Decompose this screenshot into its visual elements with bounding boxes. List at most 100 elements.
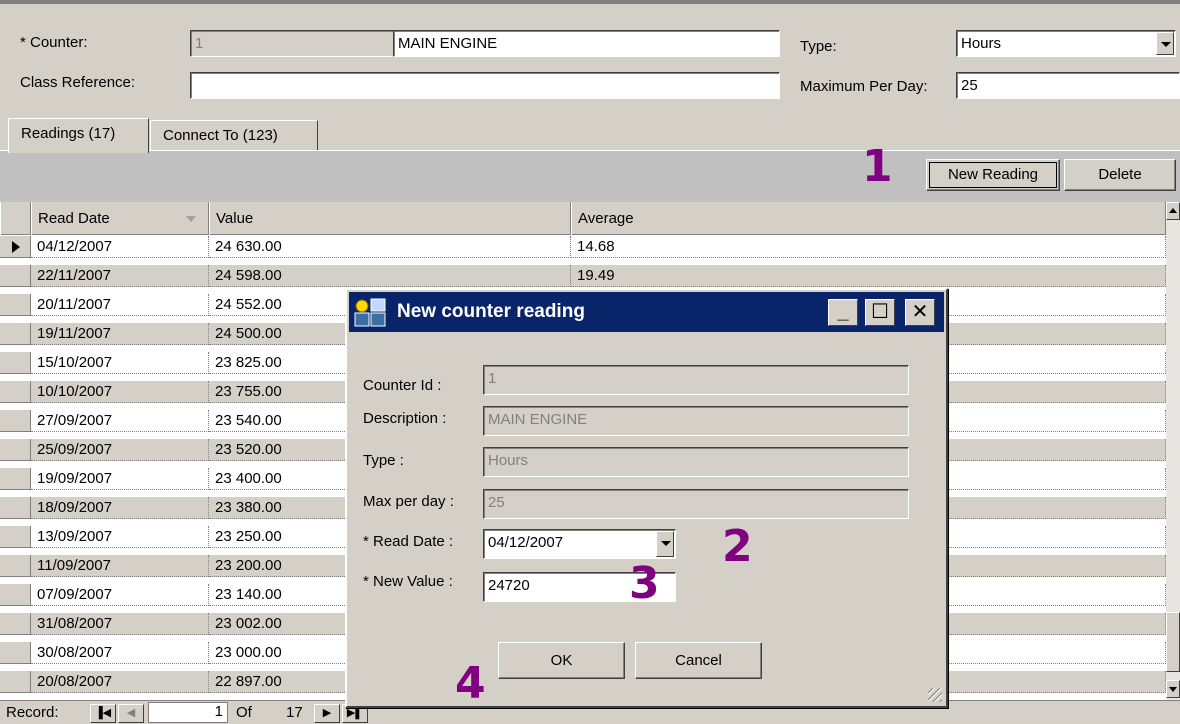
cell-date[interactable]: 13/09/2007	[31, 526, 209, 548]
type-label: Type:	[800, 38, 837, 55]
max-per-day-field[interactable]: 25	[956, 72, 1180, 99]
cell-date[interactable]: 20/08/2007	[31, 671, 209, 693]
sort-arrow-icon	[186, 216, 196, 222]
top-border	[0, 0, 1180, 4]
dialog-title: New counter reading	[397, 301, 585, 322]
counter-label: * Counter:	[20, 34, 88, 51]
dialog-titlebar[interactable]: New counter reading _ ☐ ✕	[349, 292, 944, 332]
delete-button[interactable]: Delete	[1064, 159, 1176, 191]
annotation-1: 1	[862, 141, 893, 192]
annotation-3: 3	[629, 558, 660, 609]
counter-id-field: 1	[190, 30, 395, 57]
type-input: Hours	[483, 447, 909, 477]
row-selector[interactable]	[0, 584, 31, 606]
counter-id-label: Counter Id :	[363, 377, 442, 394]
record-label: Record:	[6, 704, 59, 721]
max-per-day-input: 25	[483, 489, 909, 519]
row-selector[interactable]	[0, 555, 31, 577]
column-read-date-label: Read Date	[38, 210, 110, 227]
app-icon	[354, 298, 386, 327]
ok-button[interactable]: OK	[498, 642, 625, 679]
scroll-up-arrow-icon[interactable]	[1166, 202, 1180, 220]
maximize-icon[interactable]: ☐	[865, 299, 895, 326]
cell-date[interactable]: 20/11/2007	[31, 294, 209, 316]
column-value[interactable]: Value	[209, 202, 571, 235]
cell-value[interactable]: 24 630.00	[209, 236, 571, 258]
max-per-day-label-dialog: Max per day :	[363, 493, 454, 510]
next-record-icon[interactable]: ▶	[314, 704, 340, 723]
row-selector[interactable]	[0, 526, 31, 548]
toolbar: 1 New Reading Delete	[0, 145, 1180, 202]
class-ref-field[interactable]	[190, 72, 780, 99]
grid-header: Read Date Value Average	[0, 202, 1166, 235]
new-counter-reading-dialog: New counter reading _ ☐ ✕ Counter Id : 1…	[345, 288, 948, 708]
row-selector[interactable]	[0, 671, 31, 693]
cancel-button[interactable]: Cancel	[635, 642, 762, 679]
cell-date[interactable]: 07/09/2007	[31, 584, 209, 606]
row-selector[interactable]	[0, 468, 31, 490]
table-row[interactable]: 22/11/2007 24 598.00 19.49	[0, 265, 1166, 287]
minimize-icon[interactable]: _	[828, 299, 858, 326]
tab-connect-to[interactable]: Connect To (123)	[150, 120, 318, 152]
cell-date[interactable]: 31/08/2007	[31, 613, 209, 635]
cell-date[interactable]: 27/09/2007	[31, 410, 209, 432]
row-selector[interactable]	[0, 352, 31, 374]
cell-date[interactable]: 19/11/2007	[31, 323, 209, 345]
counter-id-input: 1	[483, 365, 909, 395]
record-of-label: Of	[236, 704, 252, 721]
cell-value[interactable]: 24 598.00	[209, 265, 571, 287]
date-dropdown-icon[interactable]	[656, 531, 674, 557]
grid-corner	[0, 202, 31, 235]
tab-readings[interactable]: Readings (17)	[8, 118, 149, 153]
cell-date[interactable]: 30/08/2007	[31, 642, 209, 664]
chevron-down-icon[interactable]	[1156, 32, 1174, 55]
cell-average[interactable]: 19.49	[571, 265, 1166, 287]
annotation-4: 4	[455, 658, 486, 709]
table-row[interactable]: 04/12/2007 24 630.00 14.68	[0, 236, 1166, 258]
new-value-label: * New Value :	[363, 573, 453, 590]
annotation-2: 2	[722, 521, 753, 572]
grid-scrollbar[interactable]	[1166, 202, 1180, 700]
read-date-input[interactable]: 04/12/2007	[483, 529, 676, 559]
cell-date[interactable]: 11/09/2007	[31, 555, 209, 577]
cell-date[interactable]: 15/10/2007	[31, 352, 209, 374]
row-selector[interactable]	[0, 439, 31, 461]
read-date-value: 04/12/2007	[488, 534, 564, 551]
row-selector[interactable]	[0, 642, 31, 664]
row-selector[interactable]	[0, 497, 31, 519]
row-selector[interactable]	[0, 613, 31, 635]
first-record-icon[interactable]: ▐◀	[90, 704, 116, 723]
cell-date[interactable]: 18/09/2007	[31, 497, 209, 519]
cell-date[interactable]: 04/12/2007	[31, 236, 209, 258]
row-selector[interactable]	[0, 410, 31, 432]
description-label: Description :	[363, 410, 447, 427]
cell-average[interactable]: 14.68	[571, 236, 1166, 258]
row-selector[interactable]	[0, 236, 31, 258]
current-row-pointer-icon	[12, 241, 20, 253]
column-average[interactable]: Average	[571, 202, 1166, 235]
type-label-dialog: Type :	[363, 452, 404, 469]
prev-record-icon[interactable]: ◀	[118, 704, 144, 723]
counter-name-field[interactable]: MAIN ENGINE	[393, 30, 780, 57]
close-icon[interactable]: ✕	[905, 299, 935, 326]
cell-date[interactable]: 19/09/2007	[31, 468, 209, 490]
row-selector[interactable]	[0, 265, 31, 287]
row-selector[interactable]	[0, 294, 31, 316]
scroll-thumb[interactable]	[1166, 612, 1180, 672]
column-read-date[interactable]: Read Date	[31, 202, 209, 235]
resize-grip-icon[interactable]	[928, 688, 942, 702]
record-current[interactable]: 1	[148, 702, 228, 723]
type-select-value: Hours	[961, 35, 1002, 52]
record-total: 17	[286, 704, 303, 721]
scroll-down-arrow-icon[interactable]	[1166, 680, 1180, 698]
read-date-label: * Read Date :	[363, 533, 454, 550]
class-ref-label: Class Reference:	[20, 74, 136, 91]
new-reading-button[interactable]: New Reading	[926, 159, 1060, 191]
cell-date[interactable]: 22/11/2007	[31, 265, 209, 287]
type-select[interactable]: Hours	[956, 30, 1176, 57]
max-per-day-label: Maximum Per Day:	[800, 78, 928, 95]
row-selector[interactable]	[0, 381, 31, 403]
row-selector[interactable]	[0, 323, 31, 345]
cell-date[interactable]: 25/09/2007	[31, 439, 209, 461]
cell-date[interactable]: 10/10/2007	[31, 381, 209, 403]
